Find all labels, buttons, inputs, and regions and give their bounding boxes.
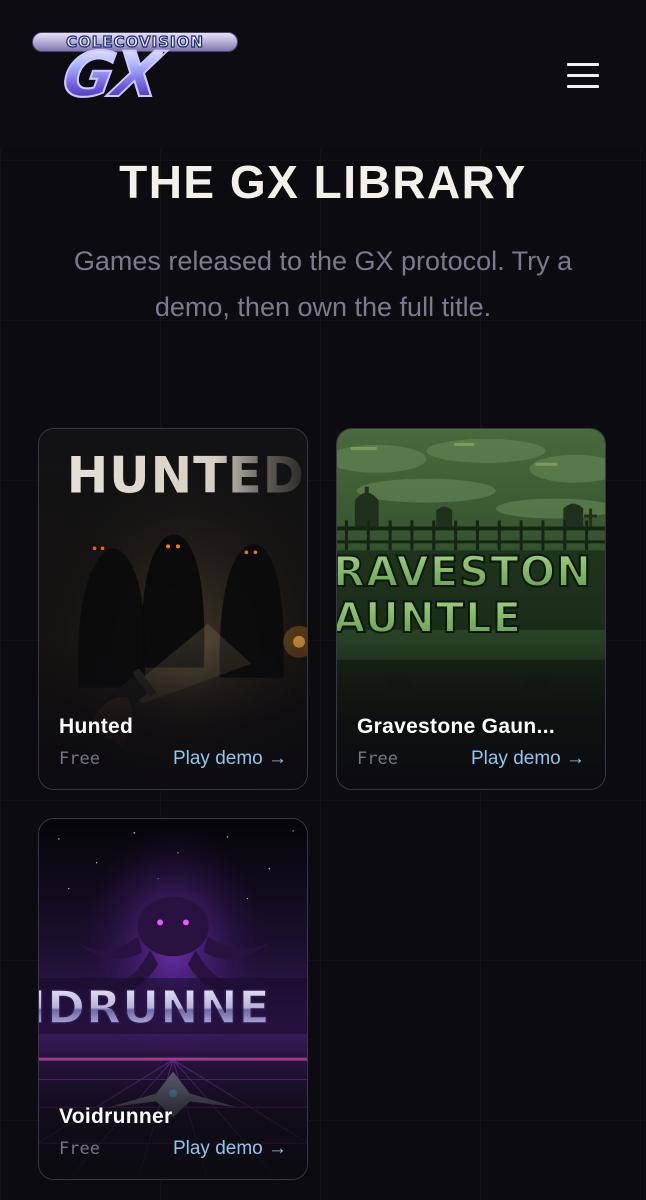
game-price: Free xyxy=(59,749,100,769)
play-demo-link[interactable]: Play demo → xyxy=(173,748,287,770)
game-card-gravestone-gauntlet[interactable]: RAVESTON AUNTLE Gravestone Gaun... Free … xyxy=(336,428,606,790)
menu-bar xyxy=(567,74,599,77)
colecovision-gx-logo[interactable]: COLECOVISION GX xyxy=(30,30,242,116)
svg-text:RAVESTON: RAVESTON xyxy=(337,547,592,596)
game-card-voidrunner[interactable]: IDRUNNE Voidrunner Free Play demo → xyxy=(38,818,308,1180)
svg-text:IDRUNNE: IDRUNNE xyxy=(39,981,271,1034)
svg-text:HUNTED: HUNTED xyxy=(67,447,305,505)
hamburger-menu-icon[interactable] xyxy=(560,58,606,94)
menu-bar xyxy=(567,85,599,88)
game-price: Free xyxy=(59,1139,100,1159)
logo-gx-mark: GX xyxy=(57,37,167,112)
play-demo-link[interactable]: Play demo → xyxy=(471,748,585,770)
page-subtitle: Games released to the GX protocol. Try a… xyxy=(73,246,573,322)
game-price: Free xyxy=(357,749,398,769)
game-title: Voidrunner xyxy=(59,1105,173,1128)
site-header: COLECOVISION GX xyxy=(0,0,646,148)
play-demo-link[interactable]: Play demo → xyxy=(173,1138,287,1160)
menu-bar xyxy=(567,63,599,66)
game-title: Hunted xyxy=(59,715,134,738)
svg-text:AUNTLE: AUNTLE xyxy=(337,593,522,642)
game-card-hunted[interactable]: HUNTED Hunted Free Play demo → xyxy=(38,428,308,790)
game-title: Gravestone Gaun... xyxy=(357,715,555,738)
page-title: THE GX LIBRARY xyxy=(119,156,527,208)
